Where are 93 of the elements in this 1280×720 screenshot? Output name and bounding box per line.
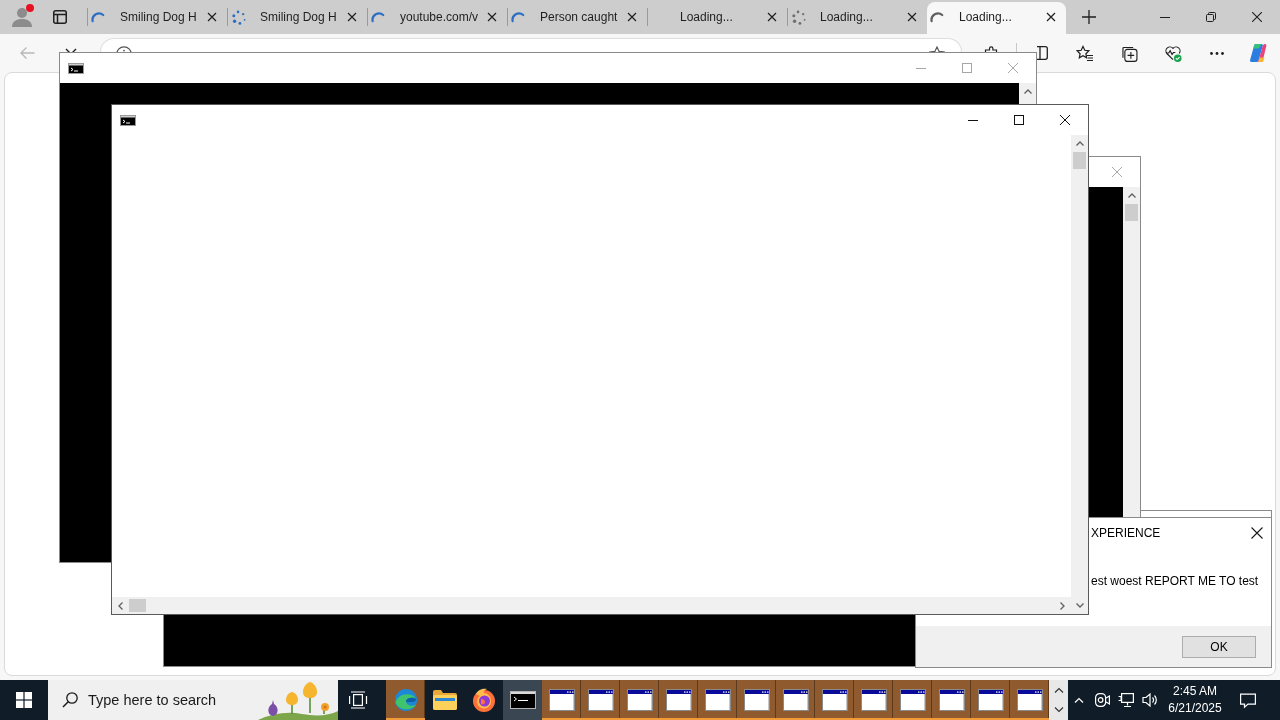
- scroll-up-icon[interactable]: [1075, 141, 1084, 146]
- close-icon[interactable]: [1060, 115, 1070, 125]
- notification-icon[interactable]: [1239, 691, 1257, 709]
- window-icon: [743, 689, 770, 711]
- scroll-left-icon[interactable]: [118, 601, 123, 610]
- dialog-title: XPERIENCE: [1091, 526, 1161, 540]
- chevron-down-icon[interactable]: [1053, 707, 1064, 713]
- window-icon: [860, 689, 887, 711]
- taskbar-button[interactable]: [776, 680, 815, 720]
- four-panes-icon[interactable]: [16, 692, 32, 708]
- address-field[interactable]: [100, 38, 962, 52]
- dialog-button[interactable]: OK: [1182, 635, 1256, 658]
- window-icon: [938, 689, 965, 711]
- browser-tab[interactable]: youtube.com/v: [368, 2, 507, 34]
- copilot-icon[interactable]: [1249, 43, 1269, 63]
- maximize-icon[interactable]: [1014, 115, 1024, 125]
- task-view-icon[interactable]: [349, 690, 369, 710]
- taskbar-button[interactable]: [893, 680, 932, 720]
- horizontal-scrollbar[interactable]: [112, 597, 1071, 614]
- scroll-right-icon[interactable]: [1060, 601, 1065, 610]
- close-icon[interactable]: [487, 12, 497, 22]
- camera-icon[interactable]: [1094, 692, 1110, 708]
- tab-actions-icon: [53, 10, 67, 24]
- favorite-star-icon[interactable]: [929, 46, 945, 52]
- puzzle-icon[interactable]: [984, 46, 1000, 52]
- window-icon: [1016, 689, 1043, 711]
- scroll-down-icon[interactable]: [1075, 603, 1084, 608]
- folder-icon: [432, 690, 457, 710]
- search-icon: [62, 692, 78, 708]
- taskbar-button[interactable]: [659, 680, 698, 720]
- window-icon: [587, 689, 614, 711]
- browser-tab[interactable]: Loading...: [648, 2, 787, 34]
- window-icon: [821, 689, 848, 711]
- split-screen-icon[interactable]: [1037, 45, 1048, 61]
- minimize-icon[interactable]: [1160, 16, 1170, 18]
- network-icon[interactable]: [1118, 692, 1134, 708]
- close-icon[interactable]: [1046, 12, 1056, 22]
- taskbar-button[interactable]: [698, 680, 737, 720]
- taskbar-button[interactable]: [854, 680, 893, 720]
- console-icon: [509, 691, 536, 709]
- vertical-scrollbar[interactable]: [1071, 135, 1088, 614]
- scrollbar-thumb[interactable]: [1125, 204, 1138, 221]
- collections-icon[interactable]: [1120, 44, 1138, 62]
- taskbar-button[interactable]: [620, 680, 659, 720]
- taskbar-button[interactable]: [932, 680, 971, 720]
- volume-icon[interactable]: [1142, 692, 1158, 708]
- taskbar-button[interactable]: [737, 680, 776, 720]
- scroll-up-icon[interactable]: [1127, 193, 1136, 198]
- more-icon[interactable]: [1210, 51, 1224, 55]
- close-icon[interactable]: [627, 12, 637, 22]
- scrollbar-thumb[interactable]: [1073, 152, 1086, 169]
- chevron-up-icon[interactable]: [1053, 687, 1064, 693]
- info-icon[interactable]: [116, 46, 132, 52]
- minimize-icon[interactable]: [968, 119, 978, 121]
- close-icon[interactable]: [907, 12, 917, 22]
- close-icon[interactable]: [207, 12, 217, 22]
- taskbar-button[interactable]: [971, 680, 1010, 720]
- heart-pulse-icon[interactable]: [1164, 44, 1182, 62]
- clock-date[interactable]: 6/21/2025: [1168, 700, 1222, 717]
- taskbar-button[interactable]: [542, 680, 581, 720]
- window-icon: [899, 689, 926, 711]
- window-icon: [626, 689, 653, 711]
- close-icon[interactable]: [1251, 527, 1263, 539]
- taskbar-button[interactable]: [581, 680, 620, 720]
- window-icon: [782, 689, 809, 711]
- close-icon[interactable]: [1252, 12, 1262, 22]
- show-hidden-icon[interactable]: [1074, 697, 1084, 703]
- window-icon: [977, 689, 1004, 711]
- taskbar-button[interactable]: [1010, 680, 1049, 720]
- star-list-icon[interactable]: [1076, 44, 1094, 62]
- close-icon[interactable]: [767, 12, 777, 22]
- close-icon[interactable]: [347, 12, 357, 22]
- taskbar-button[interactable]: [503, 680, 542, 720]
- taskbar-button[interactable]: [815, 680, 854, 720]
- scrollbar-thumb[interactable]: [129, 599, 146, 612]
- swirl-icon: [393, 688, 418, 712]
- browser-tab[interactable]: Person caught: [508, 2, 647, 34]
- browser-tab[interactable]: Loading...: [927, 2, 1066, 34]
- search-box[interactable]: Type here to search: [48, 680, 338, 720]
- browser-tab[interactable]: Smiling Dog H: [88, 2, 227, 34]
- window-icon: [665, 689, 692, 711]
- avatar-icon: [12, 7, 32, 27]
- dialog-message: est woest REPORT ME TO test: [1091, 573, 1259, 589]
- window-icon: [548, 689, 575, 711]
- plus-icon[interactable]: [1082, 10, 1096, 24]
- search-input[interactable]: Type here to search: [88, 692, 253, 708]
- flame-globe-icon: [471, 688, 496, 712]
- scroll-up-icon[interactable]: [1023, 89, 1032, 94]
- window-icon: [704, 689, 731, 711]
- restore-icon[interactable]: [1206, 12, 1216, 22]
- browser-tab[interactable]: Loading...: [788, 2, 927, 34]
- clock-time[interactable]: 2:45 AM: [1173, 683, 1217, 700]
- browser-tab[interactable]: Smiling Dog H: [228, 2, 367, 34]
